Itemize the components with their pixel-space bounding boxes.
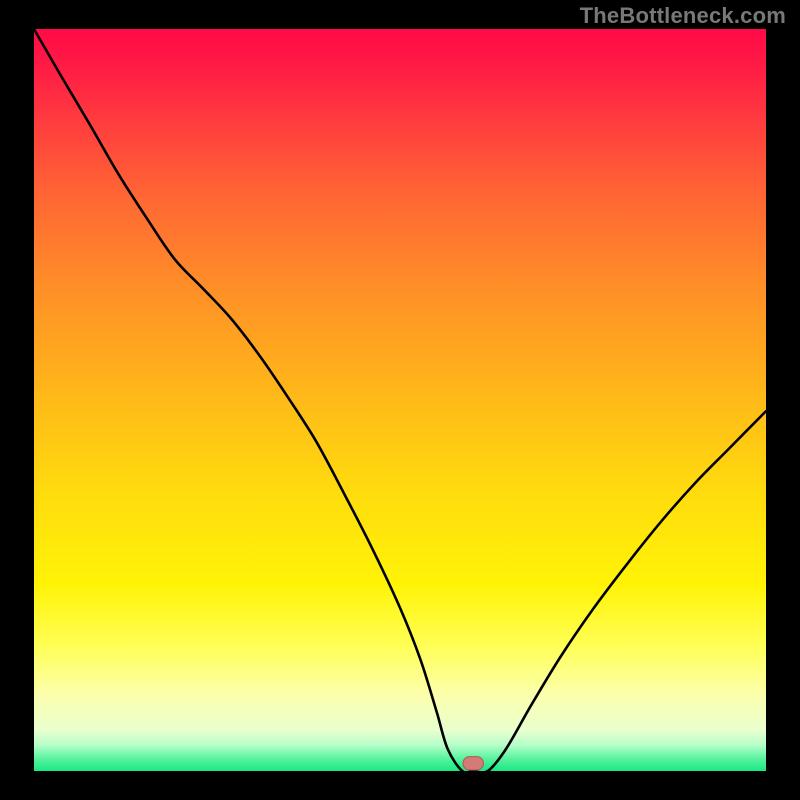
frame-right [766,0,800,800]
plot-background [34,29,766,771]
watermark-text: TheBottleneck.com [580,3,786,29]
frame-left [0,0,34,800]
frame-bottom [0,771,800,800]
optimal-point-marker [463,757,483,770]
bottleneck-chart [0,0,800,800]
chart-container: TheBottleneck.com [0,0,800,800]
